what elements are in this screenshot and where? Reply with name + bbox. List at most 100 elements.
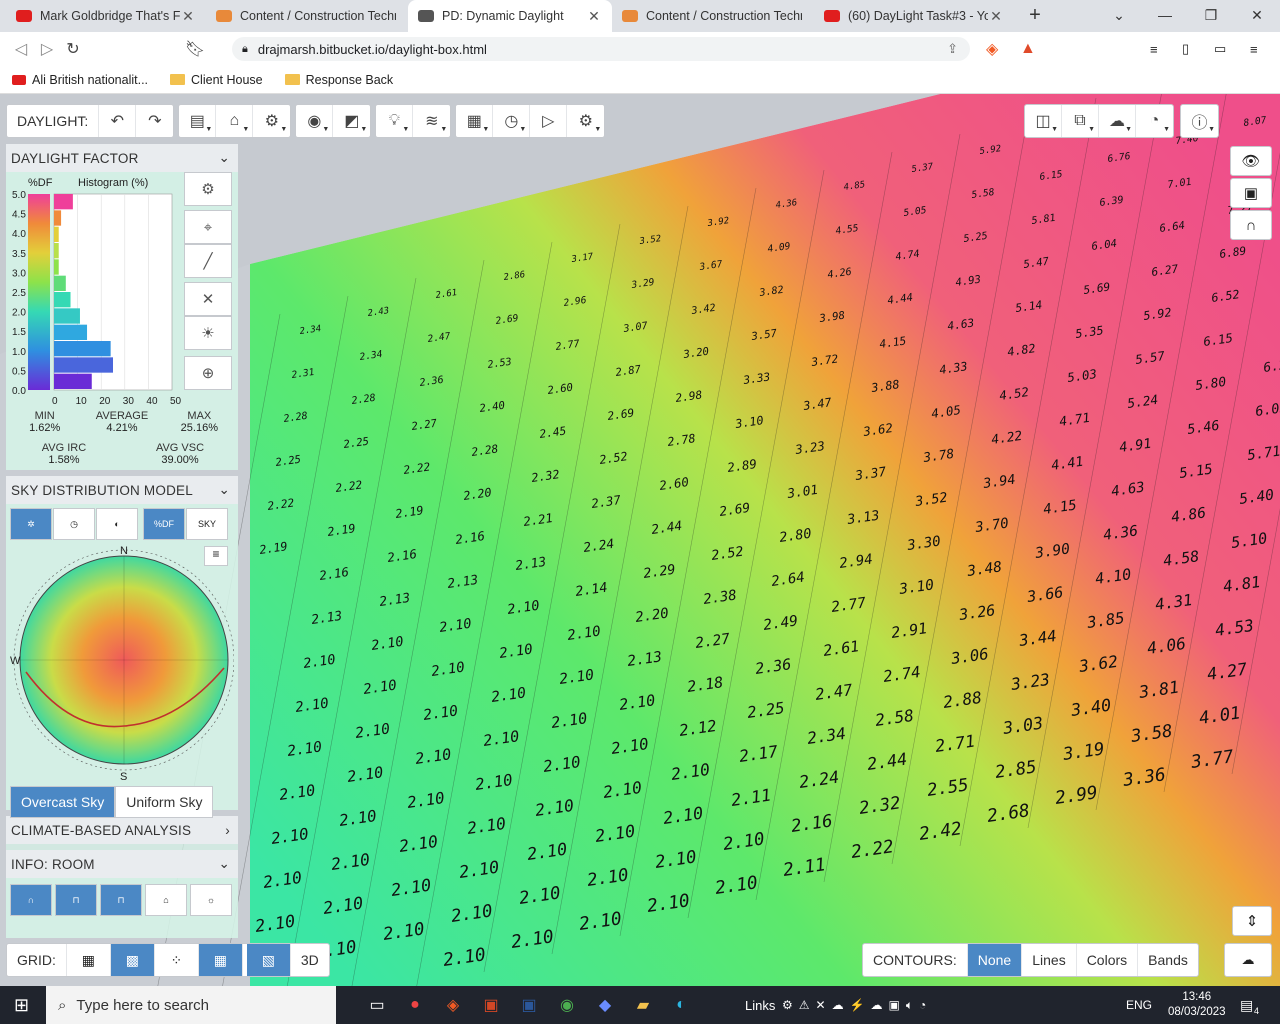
back-icon[interactable]: ◁: [8, 39, 34, 59]
sun-icon[interactable]: ☀: [184, 316, 232, 350]
minimize-button[interactable]: —: [1142, 0, 1188, 32]
edge-icon[interactable]: ◐: [662, 996, 700, 1014]
forward-icon[interactable]: ▷: [34, 39, 60, 59]
bookmark-item[interactable]: Ali British nationalit...: [12, 73, 148, 87]
wallet-icon[interactable]: ▭: [1214, 41, 1226, 57]
contours-colors-button[interactable]: Colors: [1077, 944, 1139, 976]
brave-shield-icon[interactable]: ◈: [986, 39, 998, 59]
section-icon[interactable]: ▣: [1230, 178, 1272, 208]
taskview-icon[interactable]: ▭: [358, 995, 396, 1015]
info-icon[interactable]: ⓘ ▼: [1181, 105, 1218, 137]
share-icon[interactable]: ⇪: [947, 41, 958, 57]
notification-icon[interactable]: ▤: [1240, 997, 1253, 1014]
room-arch-icon[interactable]: ⌂: [145, 884, 187, 916]
box-icon[interactable]: ◫ ▼: [1025, 105, 1062, 137]
bookmark-icon[interactable]: 🔖︎: [182, 39, 208, 59]
close-tab-icon[interactable]: ✕: [586, 8, 602, 25]
undo-button[interactable]: ↶: [99, 105, 137, 137]
layout-icon[interactable]: ▤ ▼: [179, 105, 217, 137]
curve-icon[interactable]: ╱: [184, 244, 232, 278]
sidebar-icon[interactable]: ▯: [1182, 41, 1189, 57]
bookmark-folder[interactable]: Response Back: [284, 73, 393, 87]
close-tab-icon[interactable]: ✕: [988, 8, 1004, 25]
browser-tab[interactable]: Content / Construction Techno: [206, 0, 406, 32]
room-window-icon[interactable]: ⊓: [55, 884, 97, 916]
contours-lines-button[interactable]: Lines: [1022, 944, 1077, 976]
bookmark-folder[interactable]: Client House: [170, 73, 263, 87]
grid-dots-icon[interactable]: ⁘: [155, 944, 199, 976]
target-icon[interactable]: ⌖: [184, 210, 232, 244]
site-icon[interactable]: ⌂ ▼: [216, 105, 254, 137]
links-label[interactable]: Links: [745, 998, 775, 1013]
playlist-icon[interactable]: ≡: [1150, 42, 1158, 57]
grid-diagonal-icon[interactable]: ▧: [246, 944, 291, 976]
play-icon[interactable]: ▷: [530, 105, 568, 137]
brave-rewards-icon[interactable]: ▲: [1020, 40, 1036, 58]
fit-view-icon[interactable]: ⇕: [1232, 906, 1272, 936]
sky-clear-icon[interactable]: ✲: [10, 508, 52, 540]
calendar-icon[interactable]: ▦ ▼: [456, 105, 494, 137]
browser-tab[interactable]: Mark Goldbridge That's Foo ✕: [6, 0, 206, 32]
browser-tab-active[interactable]: PD: Dynamic Daylight ✕: [408, 0, 612, 32]
overcast-sky-button[interactable]: Overcast Sky: [10, 786, 116, 818]
climate-analysis-header[interactable]: CLIMATE-BASED ANALYSIS ›: [6, 816, 238, 844]
browser-tab[interactable]: Content / Construction Techno: [612, 0, 812, 32]
analysis-icon[interactable]: ◔ ▼: [1136, 105, 1173, 137]
powerpoint-icon[interactable]: ▣: [472, 995, 510, 1015]
sky-model-header[interactable]: SKY DISTRIBUTION MODEL ⌄: [6, 476, 238, 504]
room-door-icon[interactable]: ⊓: [100, 884, 142, 916]
windows-start-icon[interactable]: ⊞: [14, 995, 29, 1016]
path-icon[interactable]: ≋ ▼: [413, 105, 450, 137]
sky-moon-icon[interactable]: ◐: [96, 508, 138, 540]
browser-tab[interactable]: (60) DayLight Task#3 - YouT ✕: [814, 0, 1014, 32]
close-tab-icon[interactable]: ✕: [180, 8, 196, 25]
menu-icon[interactable]: ≡: [1250, 42, 1258, 57]
magnet-icon[interactable]: ∩: [1230, 210, 1272, 240]
grid-values-icon[interactable]: ▦: [198, 944, 243, 976]
grid-fill-icon[interactable]: ▩: [110, 944, 155, 976]
redo-button[interactable]: ↷: [136, 105, 173, 137]
snagit-icon[interactable]: ●: [396, 996, 434, 1014]
zoom-fit-icon[interactable]: ⊕: [184, 356, 232, 390]
cursor-x-icon[interactable]: ✕: [184, 282, 232, 316]
eye-icon[interactable]: 👁︎: [1230, 146, 1272, 176]
file-explorer-icon[interactable]: ▰: [624, 995, 662, 1015]
uniform-sky-button[interactable]: Uniform Sky: [115, 786, 214, 818]
settings-gear-icon[interactable]: ⚙: [184, 172, 232, 206]
keyboard-lang[interactable]: ENG: [1126, 998, 1152, 1012]
gear-icon[interactable]: ⚙ ▼: [567, 105, 604, 137]
sky-sky-button[interactable]: SKY: [186, 508, 228, 540]
layers-icon[interactable]: ⧉ ▼: [1062, 105, 1099, 137]
daylight-factor-header[interactable]: DAYLIGHT FACTOR ⌄: [6, 144, 238, 172]
contours-none-button[interactable]: None: [967, 944, 1023, 976]
chrome-icon[interactable]: ◉: [548, 995, 586, 1015]
app-icon[interactable]: ◆: [586, 995, 624, 1015]
grid-plain-icon[interactable]: ▦: [67, 944, 111, 976]
sky-time-icon[interactable]: ◷: [53, 508, 95, 540]
clock-icon[interactable]: ◷ ▼: [493, 105, 531, 137]
url-field[interactable]: 🔒︎ drajmarsh.bitbucket.io/daylight-box.h…: [232, 37, 970, 61]
room-shape-icon[interactable]: ∩: [10, 884, 52, 916]
word-icon[interactable]: ▣: [510, 995, 548, 1015]
app-viewport[interactable]: 2.34 2.43 2.61 2.86 3.17 3.52 3.92 4.36 4.85 5.37…: [0, 94, 1280, 986]
weather-icon[interactable]: ☁ ▼: [1099, 105, 1136, 137]
cube-icon[interactable]: ◩ ▼: [333, 105, 370, 137]
room-sun-icon[interactable]: ☼: [190, 884, 232, 916]
new-tab-button[interactable]: +: [1012, 0, 1058, 32]
taskbar-search[interactable]: ⌕ Type here to search: [46, 986, 336, 1024]
room-info-header[interactable]: INFO: ROOM ⌄: [6, 850, 238, 878]
sky-df-button[interactable]: %DF: [143, 508, 185, 540]
settings-gear-icon[interactable]: ⚙ ▼: [253, 105, 290, 137]
brave-icon[interactable]: ◈: [434, 995, 472, 1015]
tab-search-icon[interactable]: ⌄: [1096, 0, 1142, 32]
clock[interactable]: 13:46 08/03/2023: [1168, 990, 1226, 1020]
close-window-button[interactable]: ✕: [1234, 0, 1280, 32]
maximize-button[interactable]: ❐: [1188, 0, 1234, 32]
bulb-icon[interactable]: 💡︎ ▼: [376, 105, 414, 137]
tray-icons[interactable]: ⚙⚠✕☁⚡☁▣🔈︎◔: [782, 998, 932, 1013]
grid-3d-button[interactable]: 3D: [291, 944, 329, 976]
weather-settings-icon[interactable]: ☁: [1224, 943, 1272, 977]
reload-icon[interactable]: ↻: [60, 39, 86, 59]
contours-bands-button[interactable]: Bands: [1138, 944, 1198, 976]
view-icon[interactable]: ◉ ▼: [296, 105, 334, 137]
